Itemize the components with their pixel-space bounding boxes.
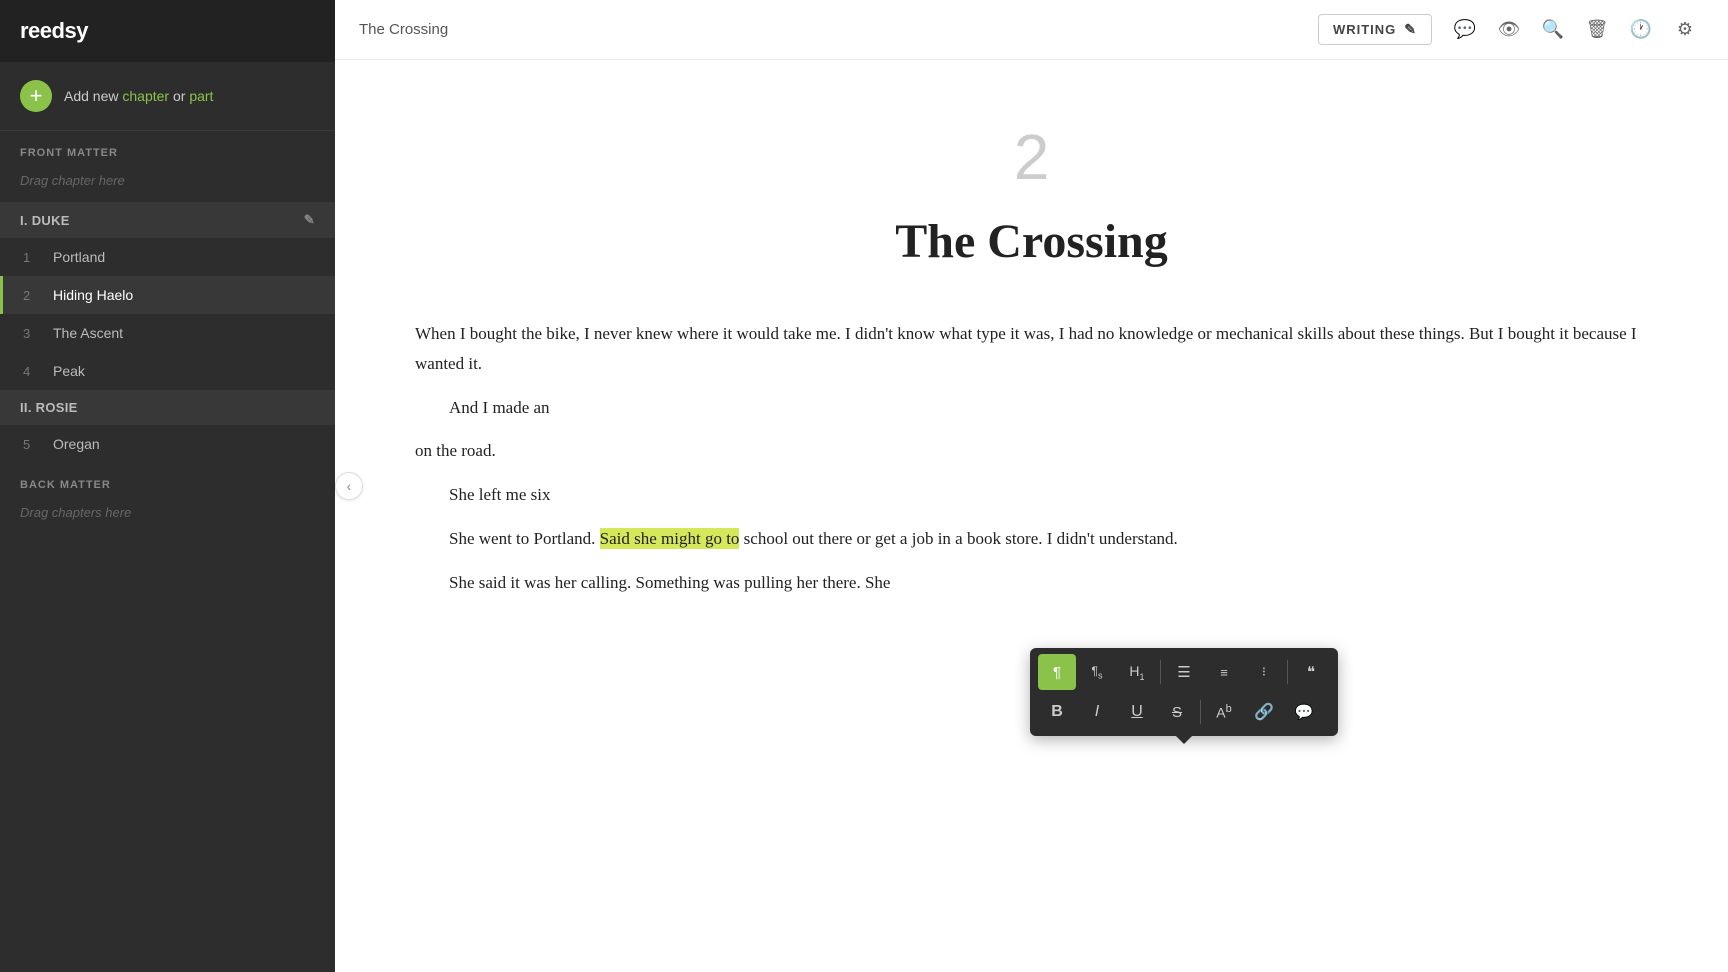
paragraph-3: She left me six	[415, 480, 1648, 510]
chapter-link[interactable]: chapter	[122, 88, 169, 104]
floating-text-toolbar: ¶ ¶s H1 ☰ ≡ ⁝	[1030, 648, 1338, 736]
strikethrough-button[interactable]: S	[1158, 694, 1196, 730]
italic-button[interactable]: I	[1078, 694, 1116, 730]
bold-icon: B	[1051, 703, 1063, 721]
chapter-the-ascent[interactable]: 3 The Ascent	[0, 314, 335, 352]
history-button[interactable]: 🕐	[1622, 11, 1660, 49]
unordered-list-button[interactable]: ⁝	[1245, 654, 1283, 690]
chapter-portland[interactable]: 1 Portland	[0, 238, 335, 276]
search-button[interactable]: 🔍	[1534, 11, 1572, 49]
toolbar-divider-2	[1287, 660, 1288, 684]
blockquote-icon: ❝	[1307, 663, 1315, 681]
paragraph-style-button[interactable]: ¶	[1038, 654, 1076, 690]
unordered-list-icon: ⁝	[1262, 664, 1266, 680]
align-button[interactable]: ☰	[1165, 654, 1203, 690]
delete-button[interactable]: 🗑	[1578, 11, 1616, 49]
chapter-number: 2	[415, 120, 1648, 194]
highlighted-text: Said she might go to	[600, 528, 740, 549]
chapter-heading: The Crossing	[415, 214, 1648, 269]
pencil-icon: ✎	[1404, 21, 1417, 38]
part-link[interactable]: part	[189, 88, 213, 104]
heading-1-button[interactable]: H1	[1118, 654, 1156, 690]
link-icon: 🔗	[1254, 702, 1274, 722]
font-size-icon: Ab	[1216, 703, 1231, 721]
front-matter-drag: Drag chapter here	[0, 165, 335, 202]
back-matter-label: BACK MATTER	[0, 463, 335, 497]
sidebar: reedsy + Add new chapter or part FRONT M…	[0, 0, 335, 972]
align-icon: ☰	[1177, 663, 1190, 681]
eye-icon: 👁	[1498, 19, 1521, 40]
history-icon: 🕐	[1630, 19, 1652, 40]
paragraph-5: She said it was her calling. Something w…	[415, 568, 1648, 598]
sidebar-header: reedsy	[0, 0, 335, 62]
add-icon[interactable]: +	[20, 80, 52, 112]
settings-icon: ⚙	[1677, 19, 1693, 40]
formatting-row-1: ¶ ¶s H1 ☰ ≡ ⁝	[1038, 654, 1330, 690]
paragraph-1: When I bought the bike, I never knew whe…	[415, 319, 1648, 379]
inline-comment-icon: 💬	[1295, 703, 1314, 721]
formatting-row-2: B I U S Ab 🔗 💬	[1038, 694, 1330, 730]
front-matter-label: FRONT MATTER	[0, 131, 335, 165]
logo: reedsy	[20, 18, 88, 44]
search-icon: 🔍	[1542, 19, 1564, 40]
main-content-area: The Crossing WRITING ✎ 💬 👁 🔍 🗑 🕐 ⚙	[335, 0, 1728, 972]
part-i-edit-icon[interactable]: ✎	[304, 212, 315, 228]
part-ii-header[interactable]: II. ROSIE	[0, 390, 335, 425]
chapter-peak[interactable]: 4 Peak	[0, 352, 335, 390]
font-size-button[interactable]: Ab	[1205, 694, 1243, 730]
inline-comment-button[interactable]: 💬	[1285, 694, 1323, 730]
toolbar-arrow	[1176, 736, 1192, 744]
paragraph-2: And I made an	[415, 393, 1648, 423]
settings-button[interactable]: ⚙	[1666, 11, 1704, 49]
ordered-list-icon: ≡	[1220, 665, 1228, 680]
chapter-hiding-haelo[interactable]: 2 Hiding Haelo	[0, 276, 335, 314]
writing-mode-button[interactable]: WRITING ✎	[1318, 14, 1432, 45]
underline-button[interactable]: U	[1118, 694, 1156, 730]
toolbar-divider-1	[1160, 660, 1161, 684]
content-area[interactable]: 2 The Crossing When I bought the bike, I…	[335, 60, 1728, 972]
add-new-text: Add new chapter or part	[64, 88, 213, 104]
back-matter-drag: Drag chapters here	[0, 497, 335, 534]
paragraph-4: She went to Portland. Said she might go …	[415, 524, 1648, 554]
toolbar-right: WRITING ✎ 💬 👁 🔍 🗑 🕐 ⚙	[1318, 11, 1704, 49]
ordered-list-button[interactable]: ≡	[1205, 654, 1243, 690]
sidebar-collapse-button[interactable]: ‹	[335, 472, 363, 500]
underline-icon: U	[1131, 703, 1143, 721]
chapter-oregan[interactable]: 5 Oregan	[0, 425, 335, 463]
paragraph-2-cont: on the road.	[415, 436, 1648, 466]
paragraph-icon: ¶	[1053, 664, 1061, 681]
preview-button[interactable]: 👁	[1490, 11, 1528, 49]
trash-icon: 🗑	[1586, 19, 1609, 40]
add-new-row: + Add new chapter or part	[0, 62, 335, 131]
comment-icon: 💬	[1454, 19, 1476, 40]
main-toolbar: The Crossing WRITING ✎ 💬 👁 🔍 🗑 🕐 ⚙	[335, 0, 1728, 60]
strikethrough-icon: S	[1172, 704, 1182, 721]
link-button[interactable]: 🔗	[1245, 694, 1283, 730]
toolbar-divider-3	[1200, 700, 1201, 724]
part-i-header[interactable]: I. DUKE ✎	[0, 202, 335, 238]
body-text[interactable]: When I bought the bike, I never knew whe…	[415, 319, 1648, 597]
comment-button[interactable]: 💬	[1446, 11, 1484, 49]
paragraph-sans-icon: ¶s	[1092, 664, 1103, 680]
paragraph-sans-button[interactable]: ¶s	[1078, 654, 1116, 690]
chapter-title-header: The Crossing	[359, 21, 448, 38]
italic-icon: I	[1095, 703, 1099, 721]
heading-1-icon: H1	[1129, 663, 1144, 682]
bold-button[interactable]: B	[1038, 694, 1076, 730]
blockquote-button[interactable]: ❝	[1292, 654, 1330, 690]
